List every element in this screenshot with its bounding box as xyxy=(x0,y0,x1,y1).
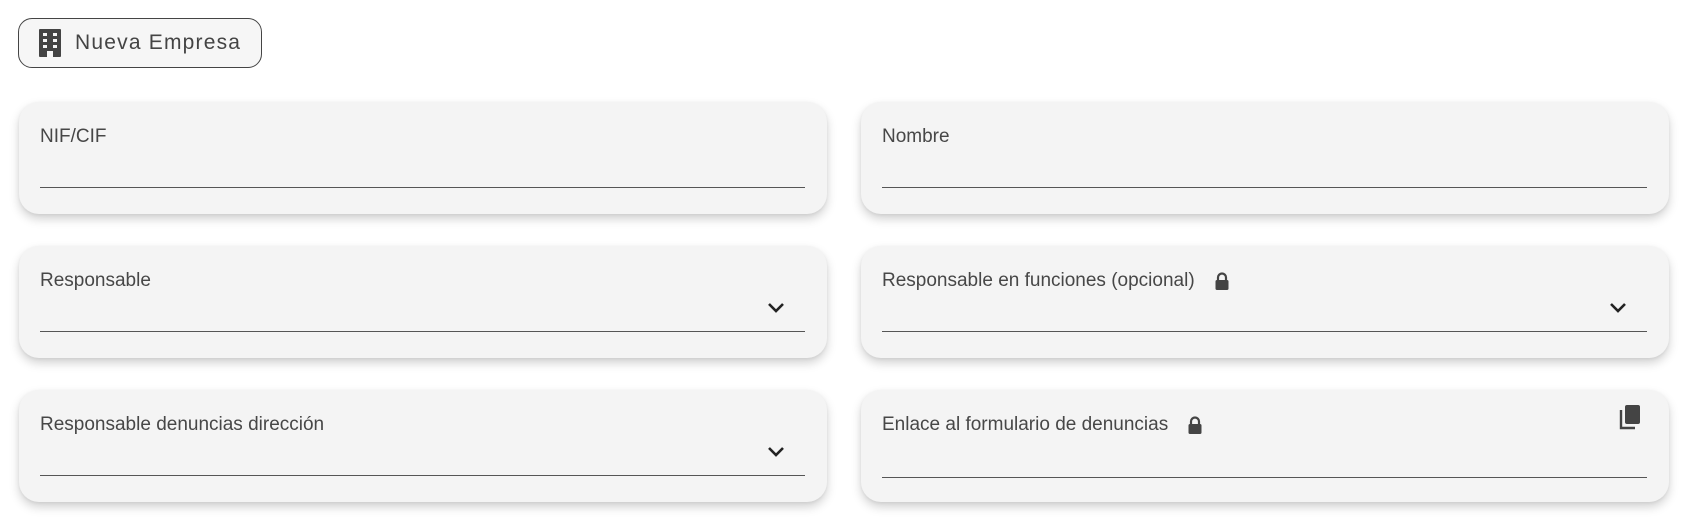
nif-input[interactable] xyxy=(40,159,767,187)
nif-field-card: NIF/CIF xyxy=(19,102,827,214)
nombre-underline xyxy=(882,187,1647,188)
chevron-down-icon[interactable] xyxy=(767,446,785,458)
responsable-field-card: Responsable xyxy=(19,246,827,358)
responsable-denuncias-field-card: Responsable denuncias dirección xyxy=(19,390,827,502)
enlace-formulario-field-card: Enlace al formulario de denuncias xyxy=(861,390,1669,502)
nombre-label: Nombre xyxy=(882,126,950,147)
responsable-funciones-underline xyxy=(882,331,1647,332)
responsable-funciones-select[interactable] xyxy=(882,300,1609,328)
nif-label: NIF/CIF xyxy=(40,126,107,147)
enlace-formulario-label-group: Enlace al formulario de denuncias xyxy=(882,414,1203,436)
new-company-button[interactable]: Nueva Empresa xyxy=(18,18,262,68)
enlace-formulario-input[interactable] xyxy=(882,447,1609,475)
responsable-label: Responsable xyxy=(40,270,151,291)
enlace-formulario-underline xyxy=(882,477,1647,478)
responsable-select[interactable] xyxy=(40,300,767,328)
nombre-input[interactable] xyxy=(882,159,1609,187)
responsable-denuncias-label: Responsable denuncias dirección xyxy=(40,414,325,435)
building-icon xyxy=(39,29,61,57)
chevron-down-icon[interactable] xyxy=(767,302,785,314)
responsable-underline xyxy=(40,331,805,332)
responsable-funciones-field-card: Responsable en funciones (opcional) xyxy=(861,246,1669,358)
enlace-formulario-label: Enlace al formulario de denuncias xyxy=(882,414,1169,435)
chevron-down-icon[interactable] xyxy=(1609,302,1627,314)
new-company-label: Nueva Empresa xyxy=(75,31,242,54)
responsable-funciones-label: Responsable en funciones (opcional) xyxy=(882,270,1195,291)
responsable-denuncias-underline xyxy=(40,475,805,476)
copy-icon[interactable] xyxy=(1619,404,1641,430)
responsable-funciones-label-group: Responsable en funciones (opcional) xyxy=(882,270,1230,292)
lock-icon xyxy=(1215,271,1229,290)
responsable-denuncias-select[interactable] xyxy=(40,444,767,472)
nif-underline xyxy=(40,187,805,188)
nombre-field-card: Nombre xyxy=(861,102,1669,214)
lock-icon xyxy=(1188,415,1202,434)
